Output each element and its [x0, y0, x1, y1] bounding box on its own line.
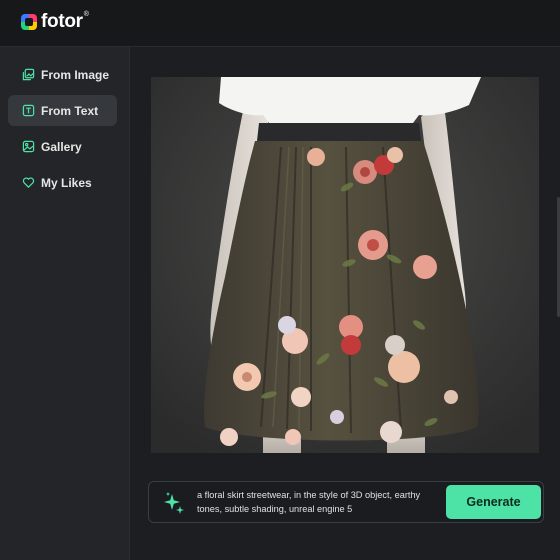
sparkle-icon	[164, 492, 184, 514]
sidebar-item-gallery[interactable]: Gallery	[8, 131, 117, 162]
sidebar-item-label: My Likes	[41, 175, 92, 190]
registered-mark: ®	[83, 11, 89, 18]
generated-image-preview[interactable]	[151, 77, 539, 453]
generate-button[interactable]: Generate	[446, 485, 541, 519]
sidebar: From Image From Text Gallery My Likes	[0, 47, 130, 560]
heart-icon	[22, 176, 35, 189]
text-icon	[22, 104, 35, 117]
logo-mark-icon	[21, 14, 37, 30]
main-content: a floral skirt streetwear, in the style …	[130, 47, 560, 560]
sidebar-item-label: Gallery	[41, 139, 82, 154]
sidebar-item-from-text[interactable]: From Text	[8, 95, 117, 126]
sidebar-item-label: From Text	[41, 103, 99, 118]
sidebar-item-my-likes[interactable]: My Likes	[8, 167, 117, 198]
skirt-illustration	[151, 77, 539, 453]
sidebar-item-from-image[interactable]: From Image	[8, 59, 117, 90]
sidebar-item-label: From Image	[41, 67, 110, 82]
logo-text: fotor	[41, 11, 83, 32]
prompt-text[interactable]: a floral skirt streetwear, in the style …	[197, 489, 422, 516]
fotor-logo[interactable]: fotor ®	[21, 10, 89, 34]
prompt-bar[interactable]: a floral skirt streetwear, in the style …	[148, 481, 544, 523]
image-icon	[22, 68, 35, 81]
top-bar: fotor ®	[0, 0, 560, 47]
gallery-icon	[22, 140, 35, 153]
